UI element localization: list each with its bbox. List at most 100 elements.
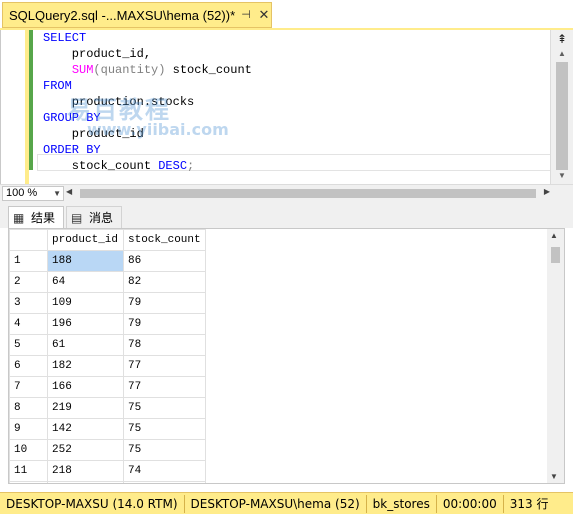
product-id-cell[interactable]: 252 [47,439,124,461]
bottom-strip [0,514,573,520]
editor-horizontal-scrollbar[interactable]: ◀ ▶ [66,186,550,201]
zoom-bar: 100 % ▼ ◀ ▶ [0,184,573,202]
scroll-left-icon[interactable]: ◀ [66,187,72,196]
row-number-cell[interactable]: 12 [9,481,48,483]
table-row: 1 188 86 [9,250,206,272]
product-id-cell[interactable]: 64 [47,271,124,293]
query-tab-title: SQLQuery2.sql -...MAXSU\hema (52))* [9,7,236,23]
table-row: 4 196 79 [9,313,206,335]
stock-count-cell[interactable]: 77 [123,376,206,398]
row-number-cell[interactable]: 3 [9,292,48,314]
table-row: 10 252 75 [9,439,206,461]
row-number-cell[interactable]: 4 [9,313,48,335]
table-row: 2 64 82 [9,271,206,293]
horizontal-scroll-thumb[interactable] [80,189,536,198]
product-id-cell[interactable]: 61 [47,334,124,356]
scroll-down-icon[interactable]: ▼ [550,472,558,481]
product-id-cell[interactable]: 222 [47,481,124,483]
column-header-stock-count[interactable]: stock_count [123,229,206,251]
stock-count-cell[interactable]: 74 [123,481,206,483]
status-server: DESKTOP-MAXSU (14.0 RTM) [0,494,185,513]
code-line[interactable]: SELECT [43,30,551,46]
code-line[interactable]: SUM(quantity) stock_count [43,62,551,78]
table-row: 5 61 78 [9,334,206,356]
product-id-cell[interactable]: 218 [47,460,124,482]
chevron-down-icon[interactable]: ▼ [53,187,61,200]
stock-count-cell[interactable]: 82 [123,271,206,293]
watermark: 易百教程 www.yiibai.com [67,90,229,139]
tab-messages-label: 消息 [89,211,114,225]
stock-count-cell[interactable]: 79 [123,313,206,335]
table-row: 7 166 77 [9,376,206,398]
row-number-cell[interactable]: 11 [9,460,48,482]
code-line[interactable]: stock_count DESC; [43,158,551,174]
status-login: DESKTOP-MAXSU\hema (52) [185,494,367,513]
results-grid[interactable]: product_id stock_count 1 188 86 2 64 82 3 109 79… [8,228,565,484]
scroll-up-icon[interactable]: ▲ [555,48,569,60]
scroll-thumb[interactable] [556,62,568,170]
row-number-cell[interactable]: 9 [9,418,48,440]
code-token: (quantity) [93,63,166,77]
stock-count-cell[interactable]: 79 [123,292,206,314]
table-row: 9 142 75 [9,418,206,440]
row-number-cell[interactable]: 2 [9,271,48,293]
scroll-down-icon[interactable]: ▼ [555,170,569,182]
header-row: product_id stock_count [9,229,206,251]
stock-count-cell[interactable]: 78 [123,334,206,356]
grid-scroll-thumb[interactable] [551,247,560,263]
sql-editor[interactable]: SELECT product_id, SUM(quantity) stock_c… [0,30,573,184]
product-id-cell[interactable]: 196 [47,313,124,335]
code-token: DESC [158,159,188,173]
product-id-cell[interactable]: 219 [47,397,124,419]
stock-count-cell[interactable]: 75 [123,418,206,440]
row-number-cell[interactable]: 5 [9,334,48,356]
product-id-cell[interactable]: 142 [47,418,124,440]
close-icon[interactable]: ✕ [257,7,271,23]
saved-change-marker [29,30,33,170]
tab-messages[interactable]: ▤ 消息 [66,206,122,228]
product-id-cell[interactable]: 166 [47,376,124,398]
table-row: 8 219 75 [9,397,206,419]
zoom-value: 100 % [6,187,38,199]
product-id-cell[interactable]: 188 [47,250,124,272]
stock-count-cell[interactable]: 75 [123,397,206,419]
code-token: stock_count [43,159,159,173]
grid-icon: ▦ [13,210,25,225]
row-number-cell[interactable]: 7 [9,376,48,398]
query-tab[interactable]: SQLQuery2.sql -...MAXSU\hema (52))* ⊣ ✕ [2,2,272,28]
status-database: bk_stores [367,494,437,513]
stock-count-cell[interactable]: 86 [123,250,206,272]
tab-results[interactable]: ▦ 结果 [8,206,64,228]
code-token: SUM [71,63,94,77]
stock-count-cell[interactable]: 74 [123,460,206,482]
code-line[interactable]: product_id, [43,46,551,62]
row-number-cell[interactable]: 8 [9,397,48,419]
row-number-cell[interactable]: 10 [9,439,48,461]
product-id-cell[interactable]: 182 [47,355,124,377]
corner-cell[interactable] [9,229,48,251]
editor-vertical-scrollbar[interactable]: ⇞ ▲ ▼ [550,30,573,184]
scroll-up-icon[interactable]: ▲ [550,231,558,240]
code-token: ; [187,159,195,173]
stock-count-cell[interactable]: 77 [123,355,206,377]
code-token: ORDER BY [43,143,101,157]
zoom-select[interactable]: 100 % ▼ [2,186,64,201]
query-window: SQLQuery2.sql -...MAXSU\hema (52))* ⊣ ✕ … [0,0,573,520]
status-bar: DESKTOP-MAXSU (14.0 RTM) DESKTOP-MAXSU\h… [0,492,573,514]
results-table: product_id stock_count 1 188 86 2 64 82 3 109 79… [9,229,206,483]
split-view-icon[interactable]: ⇞ [555,32,569,46]
column-header-product-id[interactable]: product_id [47,229,124,251]
scroll-right-icon[interactable]: ▶ [544,187,550,196]
code-line[interactable]: ORDER BY [43,142,551,158]
product-id-cell[interactable]: 109 [47,292,124,314]
row-number-cell[interactable]: 6 [9,355,48,377]
grid-vertical-scrollbar[interactable]: ▲ ▼ [547,229,564,483]
row-number-cell[interactable]: 1 [9,250,48,272]
stock-count-cell[interactable]: 75 [123,439,206,461]
code-token: product_id, [43,47,152,61]
code-token: stock_count [165,63,252,77]
status-elapsed: 00:00:00 [437,494,504,513]
table-row: 6 182 77 [9,355,206,377]
pin-icon[interactable]: ⊣ [239,7,253,23]
